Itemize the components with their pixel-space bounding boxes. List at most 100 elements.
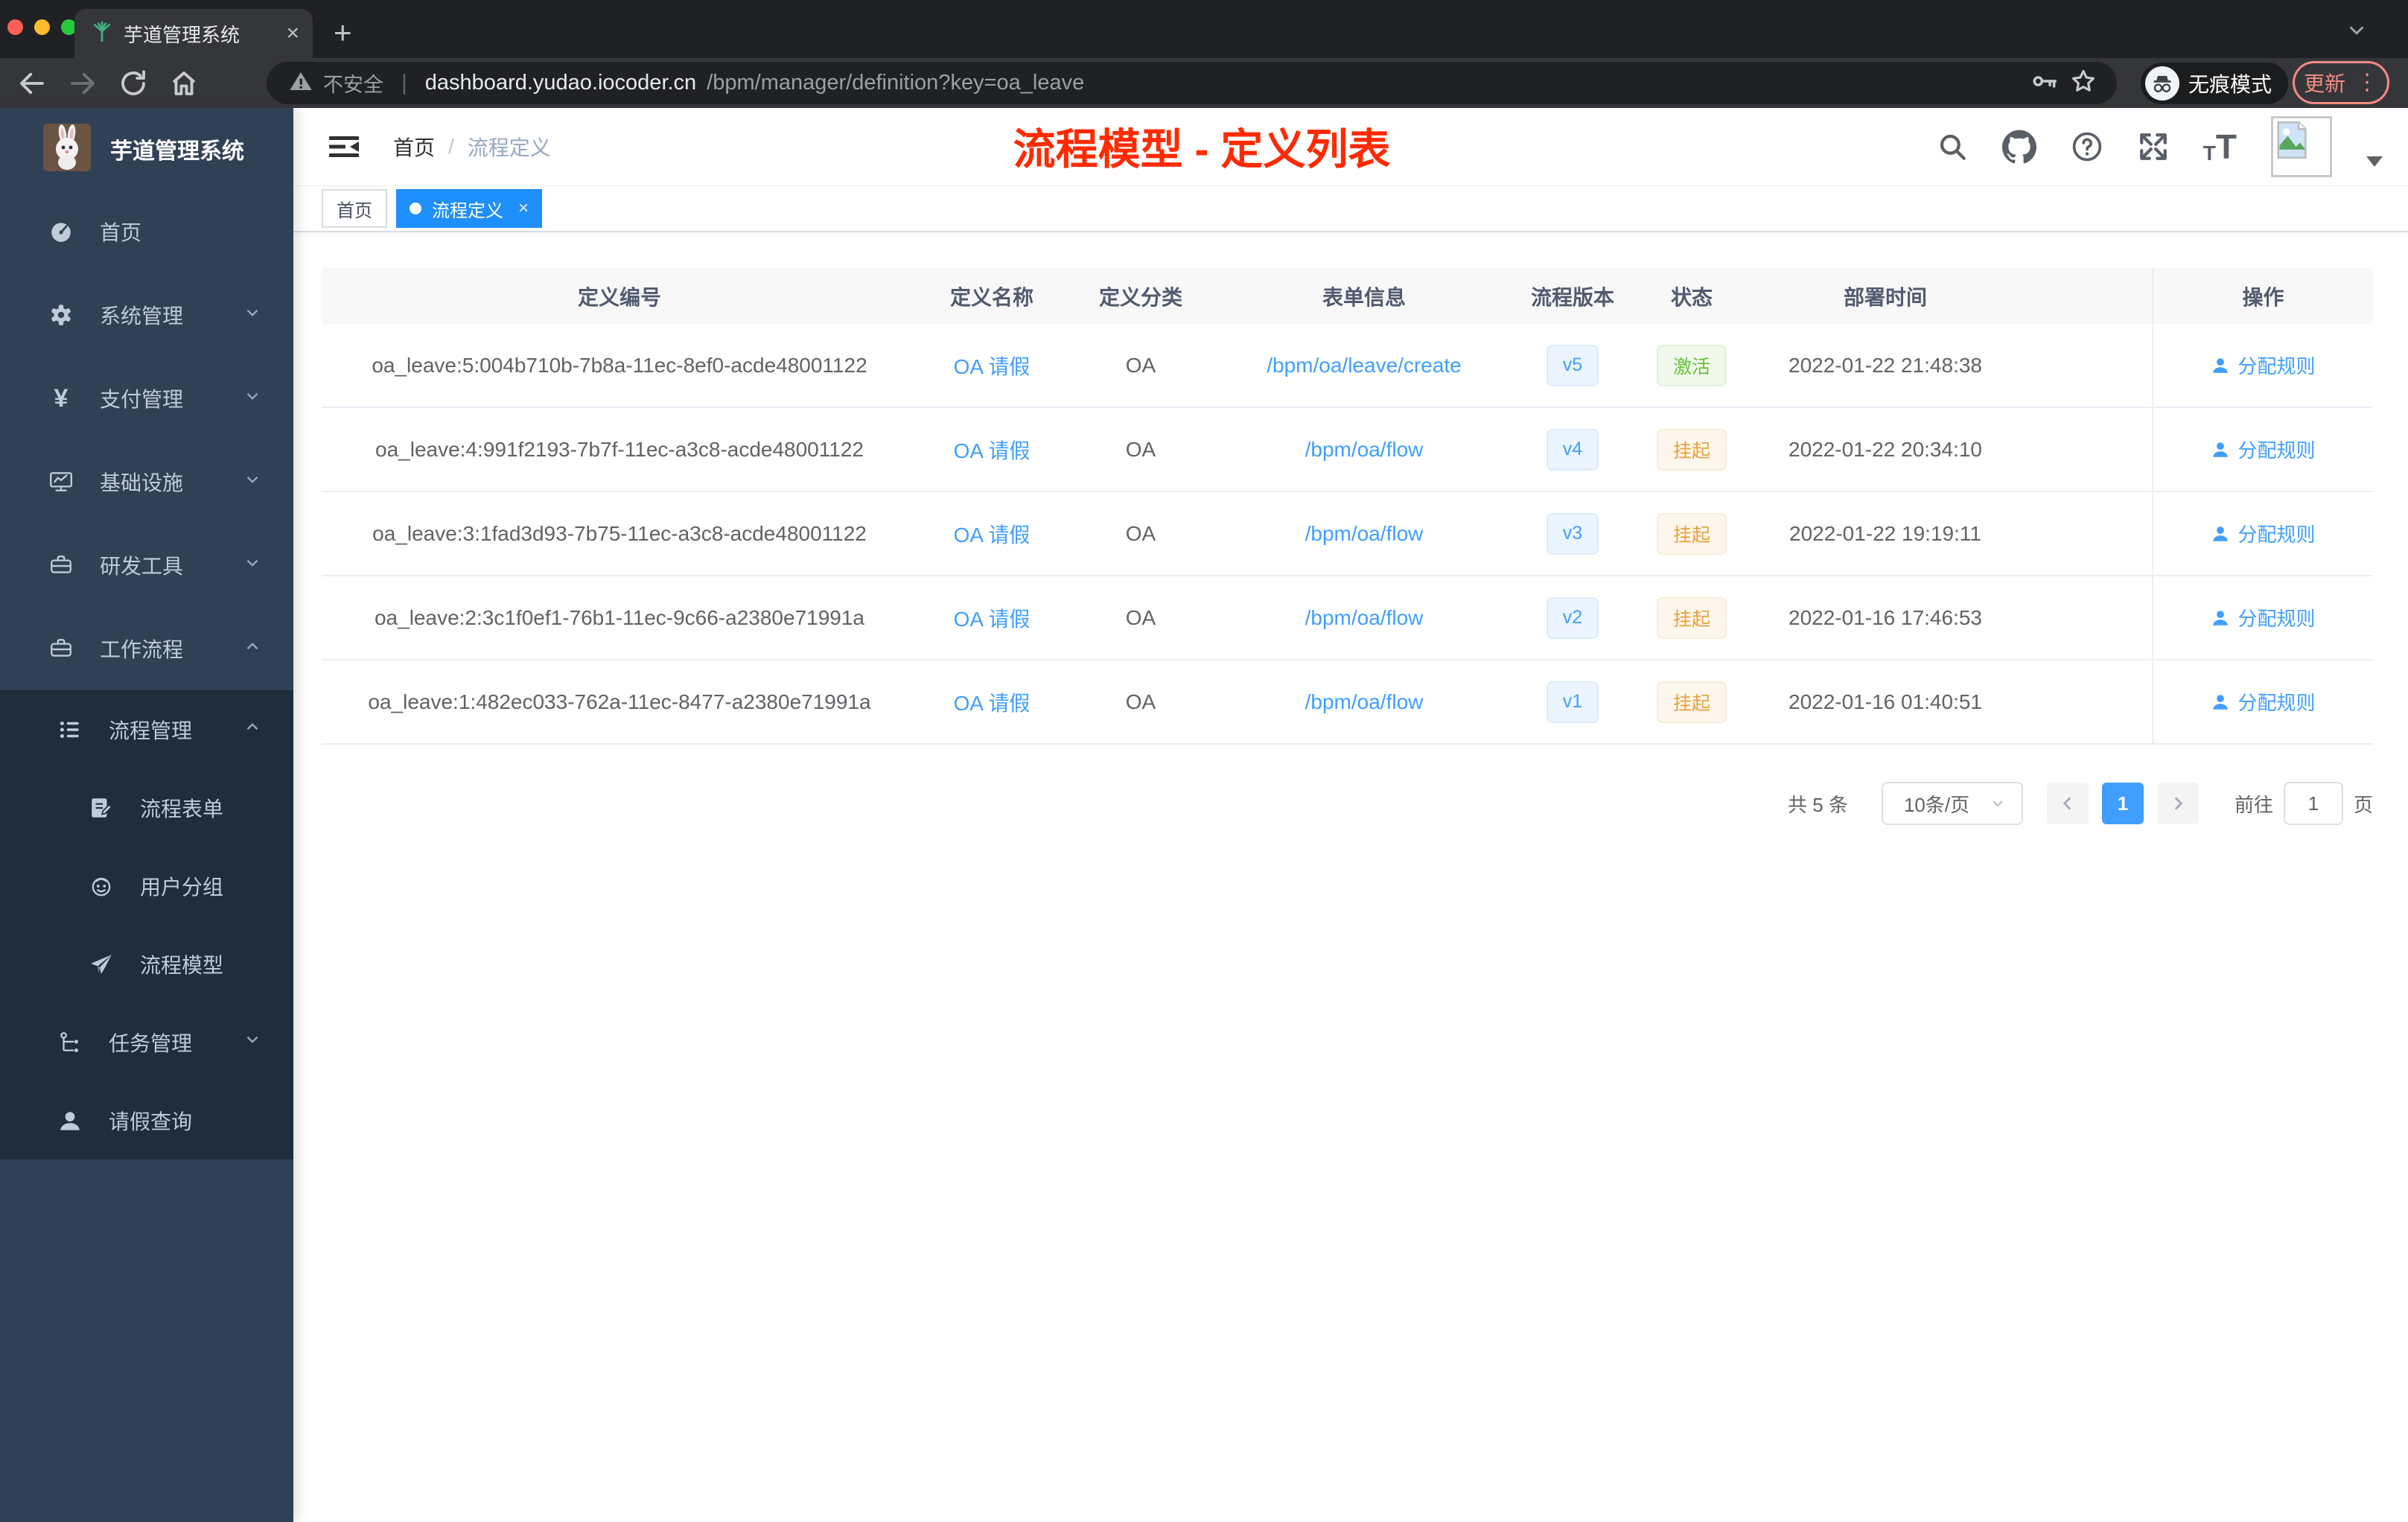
form-info-link[interactable]: /bpm/oa/flow [1305, 690, 1424, 714]
definition-name-link[interactable]: OA 请假 [954, 519, 1031, 549]
url-separator: | [401, 70, 407, 95]
page-size-select[interactable]: 10条/页 [1881, 782, 2023, 825]
tag-home[interactable]: 首页 [322, 189, 387, 228]
tag-label: 首页 [337, 200, 372, 221]
reload-icon[interactable] [118, 68, 149, 99]
github-icon[interactable] [2001, 130, 2036, 164]
search-icon[interactable] [1937, 131, 1968, 162]
sidebar-item-label: 用户分组 [140, 875, 224, 899]
browser-menu-icon[interactable]: ⋮ [2356, 71, 2378, 94]
tags-view-bar: 首页 流程定义 × [293, 186, 2408, 232]
sidebar-item-label: 基础设施 [100, 471, 184, 494]
definition-name-link[interactable]: OA 请假 [954, 603, 1031, 633]
password-key-icon[interactable] [2030, 67, 2059, 99]
monitor-icon [48, 468, 74, 495]
new-tab-button[interactable]: + [334, 15, 352, 51]
goto-label: 前往 [2234, 793, 2273, 816]
prev-page-button[interactable] [2046, 783, 2089, 824]
sidebar-item-payment[interactable]: ¥ 支付管理 [0, 357, 293, 440]
definition-id: oa_leave:1:482ec033-762a-11ec-8477-a2380… [368, 690, 871, 713]
update-button[interactable]: 更新 ⋮ [2293, 61, 2389, 104]
caret-down-icon[interactable] [2366, 156, 2383, 167]
font-size-icon[interactable]: TT [2203, 130, 2237, 164]
sidebar-item-home[interactable]: 首页 [0, 190, 293, 273]
assign-rule-button[interactable]: 分配规则 [2211, 688, 2316, 716]
form-info-link[interactable]: /bpm/oa/flow [1305, 438, 1424, 462]
sidebar-item-label: 流程模型 [140, 953, 224, 977]
status-badge: 激活 [1656, 344, 1727, 386]
yen-icon: ¥ [54, 383, 69, 413]
url-host[interactable]: dashboard.yudao.iocoder.cn [425, 71, 696, 95]
logo-rabbit-avatar [43, 123, 91, 175]
form-info-link[interactable]: /bpm/oa/flow [1305, 522, 1424, 546]
column-header: 定义分类 [1098, 285, 1182, 309]
sidebar-item-dev-tools[interactable]: 研发工具 [0, 523, 293, 607]
bookmark-star-icon[interactable] [2069, 67, 2098, 99]
sidebar-item-task-management[interactable]: 任务管理 [0, 1003, 293, 1081]
avatar[interactable] [2271, 116, 2332, 177]
tag-process-definition[interactable]: 流程定义 × [396, 189, 543, 228]
incognito-label: 无痕模式 [2188, 73, 2272, 96]
tag-label: 流程定义 [432, 200, 503, 221]
status-badge: 挂起 [1656, 512, 1727, 555]
tag-close-icon[interactable]: × [518, 198, 529, 219]
definition-name-link[interactable]: OA 请假 [954, 435, 1031, 465]
definition-name-link[interactable]: OA 请假 [954, 351, 1031, 380]
assign-rule-button[interactable]: 分配规则 [2211, 436, 2316, 463]
app-title: 芋道管理系统 [110, 139, 244, 164]
sidebar-item-process-management[interactable]: 流程管理 [0, 690, 293, 768]
browser-chrome: 芋道管理系统 × + 不安全 | dashboard.yudao.iocoder… [0, 0, 2408, 108]
sidebar-item-label: 研发工具 [100, 555, 184, 578]
next-page-button[interactable] [2156, 783, 2199, 824]
page-size-value: 10条/页 [1903, 793, 1970, 816]
goto-page-input[interactable] [2283, 782, 2343, 825]
sidebar-item-leave-query[interactable]: 请假查询 [0, 1081, 293, 1159]
sidebar-item-process-form[interactable]: 流程表单 [0, 768, 293, 847]
fullscreen-icon[interactable] [2138, 131, 2169, 162]
minimize-window-button[interactable] [34, 19, 50, 35]
sidebar-item-label: 任务管理 [109, 1031, 193, 1055]
definition-id: oa_leave:2:3c1f0ef1-76b1-11ec-9c66-a2380… [374, 605, 864, 629]
sidebar-item-label: 系统管理 [100, 305, 184, 328]
dashboard-icon [48, 218, 74, 245]
logo: 芋道管理系统 [0, 108, 293, 190]
assign-rule-button[interactable]: 分配规则 [2211, 351, 2316, 379]
window-controls[interactable] [7, 19, 77, 35]
forward-icon[interactable] [67, 68, 98, 99]
back-icon[interactable] [16, 68, 48, 99]
version-badge: v1 [1546, 681, 1599, 723]
not-secure-warning-icon[interactable] [289, 69, 313, 97]
url-bar[interactable]: 不安全 | dashboard.yudao.iocoder.cn/bpm/man… [267, 62, 2117, 104]
breadcrumb-home[interactable]: 首页 [393, 132, 435, 162]
sidebar-fold-icon[interactable] [328, 132, 360, 162]
sidebar: 芋道管理系统 首页 系统管理 ¥ 支付管理 基础设施 研发工具 工作流程 流程管… [0, 108, 293, 1522]
sidebar-item-workflow[interactable]: 工作流程 [0, 607, 293, 690]
definition-name-link[interactable]: OA 请假 [954, 687, 1031, 717]
assign-rule-button[interactable]: 分配规则 [2211, 520, 2316, 547]
definition-id: oa_leave:3:1fad3d93-7b75-11ec-a3c8-acde4… [372, 521, 867, 545]
definition-category: OA [1125, 437, 1156, 461]
tab-close-icon[interactable]: × [286, 22, 299, 45]
form-info-link[interactable]: /bpm/oa/leave/create [1267, 354, 1462, 378]
sidebar-item-user-group[interactable]: 用户分组 [0, 847, 293, 925]
url-path[interactable]: /bpm/manager/definition?key=oa_leave [707, 71, 1084, 95]
update-label[interactable]: 更新 [2304, 68, 2345, 98]
form-info-link[interactable]: /bpm/oa/flow [1305, 606, 1424, 630]
help-icon[interactable] [2071, 130, 2103, 163]
close-window-button[interactable] [7, 19, 23, 35]
security-label[interactable]: 不安全 [323, 69, 383, 98]
tab-search-chevron-icon[interactable] [2345, 19, 2368, 45]
assign-rule-button[interactable]: 分配规则 [2211, 604, 2316, 631]
table-row: oa_leave:1:482ec033-762a-11ec-8477-a2380… [322, 660, 2373, 745]
home-icon[interactable] [168, 68, 200, 99]
column-header: 表单信息 [1322, 285, 1406, 309]
sidebar-item-infrastructure[interactable]: 基础设施 [0, 440, 293, 523]
sidebar-item-process-model[interactable]: 流程模型 [0, 925, 293, 1003]
sidebar-item-system[interactable]: 系统管理 [0, 273, 293, 357]
status-badge: 挂起 [1656, 596, 1727, 639]
browser-tab[interactable]: 芋道管理系统 × [74, 9, 313, 58]
current-page-button[interactable]: 1 [2101, 783, 2144, 824]
chevron-up-icon [243, 637, 262, 661]
status-badge: 挂起 [1656, 681, 1727, 723]
chevron-down-icon [1993, 800, 2003, 807]
